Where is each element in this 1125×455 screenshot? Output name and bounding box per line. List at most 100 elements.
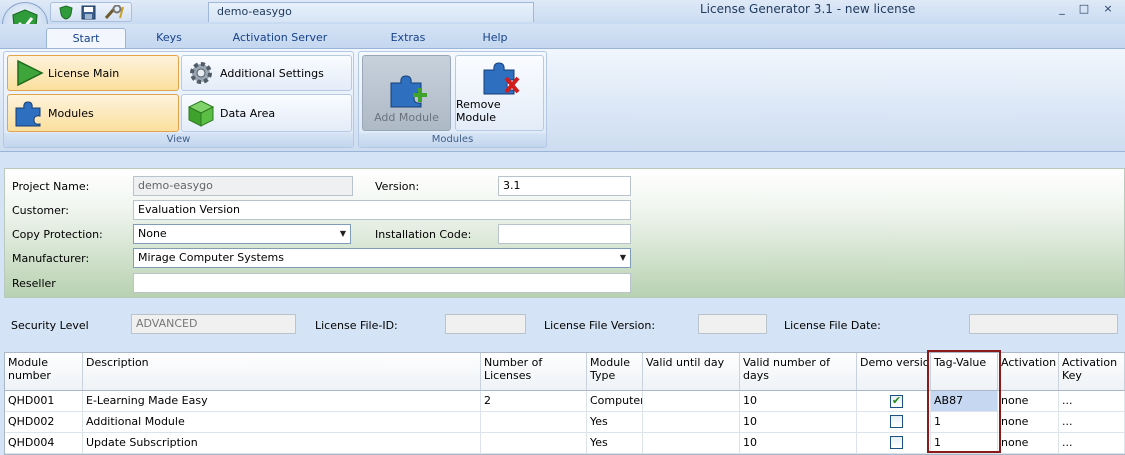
version-label: Version: [375,180,420,193]
customer-field[interactable]: Evaluation Version [133,200,631,220]
reseller-label: Reseller [12,277,56,290]
table-row-2-tag[interactable]: 1 [931,412,998,433]
col-activation-key[interactable]: Activation Key [1059,353,1125,391]
document-tab[interactable]: demo-easygo [208,2,534,22]
table-row-1-tag[interactable]: AB87 [931,391,998,412]
shield-small-icon[interactable] [59,5,73,20]
box-icon [187,100,215,127]
table-row-3-description[interactable]: Update Subscription [83,433,481,454]
add-module-button[interactable]: Add Module [362,55,451,131]
license-file-version-field[interactable] [698,314,767,334]
close-button[interactable]: × [1098,2,1118,15]
save-icon[interactable] [81,5,97,20]
table-row-1-type[interactable]: Computer [587,391,643,412]
table-row-1-valid-until[interactable] [643,391,740,412]
table-row-3-tag[interactable]: 1 [931,433,998,454]
col-demo-version[interactable]: Demo version [857,353,931,391]
modules-button[interactable]: Modules [7,94,179,132]
table-row-2-valid-until[interactable] [643,412,740,433]
remove-puzzle-icon [483,62,520,95]
tab-start[interactable]: Start [46,28,126,48]
table-row-1-activation[interactable]: none [998,391,1059,412]
checkbox-unchecked[interactable] [890,415,903,428]
license-main-button[interactable]: License Main [7,55,179,91]
table-row-3-valid-until[interactable] [643,433,740,454]
project-name-field[interactable]: demo-easygo [133,176,353,196]
project-name-label: Project Name: [12,180,90,193]
table-row-1-description[interactable]: E-Learning Made Easy [83,391,481,412]
minimize-button[interactable]: _ [1052,2,1072,15]
version-field[interactable]: 3.1 [498,176,631,196]
modules-group-label: Modules [359,133,546,147]
copy-protection-value: None [138,227,167,240]
data-area-button[interactable]: Data Area [181,94,352,132]
installation-code-field[interactable] [498,224,631,244]
modules-table: Module number Description Number of Lice… [4,352,1125,455]
table-row-1-valid-days[interactable]: 10 [740,391,857,412]
tab-keys[interactable]: Keys [140,28,198,48]
tab-help[interactable]: Help [470,28,520,48]
table-row-1-module[interactable]: QHD001 [5,391,83,412]
col-module-number[interactable]: Module number [5,353,83,391]
table-row-3-module[interactable]: QHD004 [5,433,83,454]
table-row-2-type[interactable]: Yes [587,412,643,433]
chevron-down-icon: ▼ [619,253,626,262]
manufacturer-label: Manufacturer: [12,252,90,265]
table-row-3-licenses[interactable] [481,433,587,454]
window-title: License Generator 3.1 - new license [700,2,916,16]
col-tag-value[interactable]: Tag-Value [931,353,998,391]
table-row-1-key[interactable]: ... [1059,391,1125,412]
puzzle-icon [15,101,41,127]
tools-icon[interactable] [103,5,125,20]
col-number-of-licenses[interactable]: Number of Licenses [481,353,587,391]
checkbox-unchecked[interactable] [890,436,903,449]
table-row-3-activation[interactable]: none [998,433,1059,454]
add-puzzle-icon [390,75,427,108]
remove-module-button[interactable]: Remove Module [455,55,544,131]
table-row-3-demo[interactable] [857,433,931,454]
checkbox-checked[interactable]: ✔ [890,394,903,408]
col-valid-until-day[interactable]: Valid until day [643,353,740,391]
data-area-label: Data Area [220,106,276,120]
table-row-2-valid-days[interactable]: 10 [740,412,857,433]
table-row-2-demo[interactable] [857,412,931,433]
chevron-down-icon: ▼ [339,229,346,238]
tab-extras[interactable]: Extras [380,28,436,48]
table-row-1-demo[interactable]: ✔ [857,391,931,412]
table-row-2-activation[interactable]: none [998,412,1059,433]
copy-protection-select[interactable]: None ▼ [133,224,351,244]
customer-label: Customer: [12,204,69,217]
reseller-field[interactable] [133,273,631,293]
manufacturer-select[interactable]: Mirage Computer Systems ▼ [133,248,631,268]
table-row-3-key[interactable]: ... [1059,433,1125,454]
gear-icon [190,62,212,84]
table-row-2-module[interactable]: QHD002 [5,412,83,433]
play-icon [17,59,44,87]
table-row-3-type[interactable]: Yes [587,433,643,454]
col-valid-number-of-days[interactable]: Valid number of days [740,353,857,391]
quick-access-toolbar [50,2,132,22]
security-level-field[interactable]: ADVANCED [131,314,296,334]
license-file-id-field[interactable] [445,314,526,334]
table-row-2-description[interactable]: Additional Module [83,412,481,433]
security-level-label: Security Level [11,319,89,332]
copy-protection-label: Copy Protection: [12,228,103,241]
license-file-id-label: License File-ID: [315,319,398,332]
installation-code-label: Installation Code: [375,228,472,241]
license-file-date-field[interactable] [969,314,1118,334]
col-description[interactable]: Description [83,353,481,391]
additional-settings-button[interactable]: Additional Settings [181,55,352,91]
view-group-label: View [4,133,353,147]
license-file-version-label: License File Version: [544,319,656,332]
table-row-1-licenses[interactable]: 2 [481,391,587,412]
tab-activation-server[interactable]: Activation Server [225,28,335,48]
remove-module-label: Remove Module [456,98,501,124]
table-row-2-key[interactable]: ... [1059,412,1125,433]
manufacturer-value: Mirage Computer Systems [138,251,284,264]
col-activation[interactable]: Activation [998,353,1059,391]
add-module-label: Add Module [374,111,439,124]
col-module-type[interactable]: Module Type [587,353,643,391]
table-row-2-licenses[interactable] [481,412,587,433]
table-row-3-valid-days[interactable]: 10 [740,433,857,454]
maximize-button[interactable]: □ [1074,2,1094,15]
